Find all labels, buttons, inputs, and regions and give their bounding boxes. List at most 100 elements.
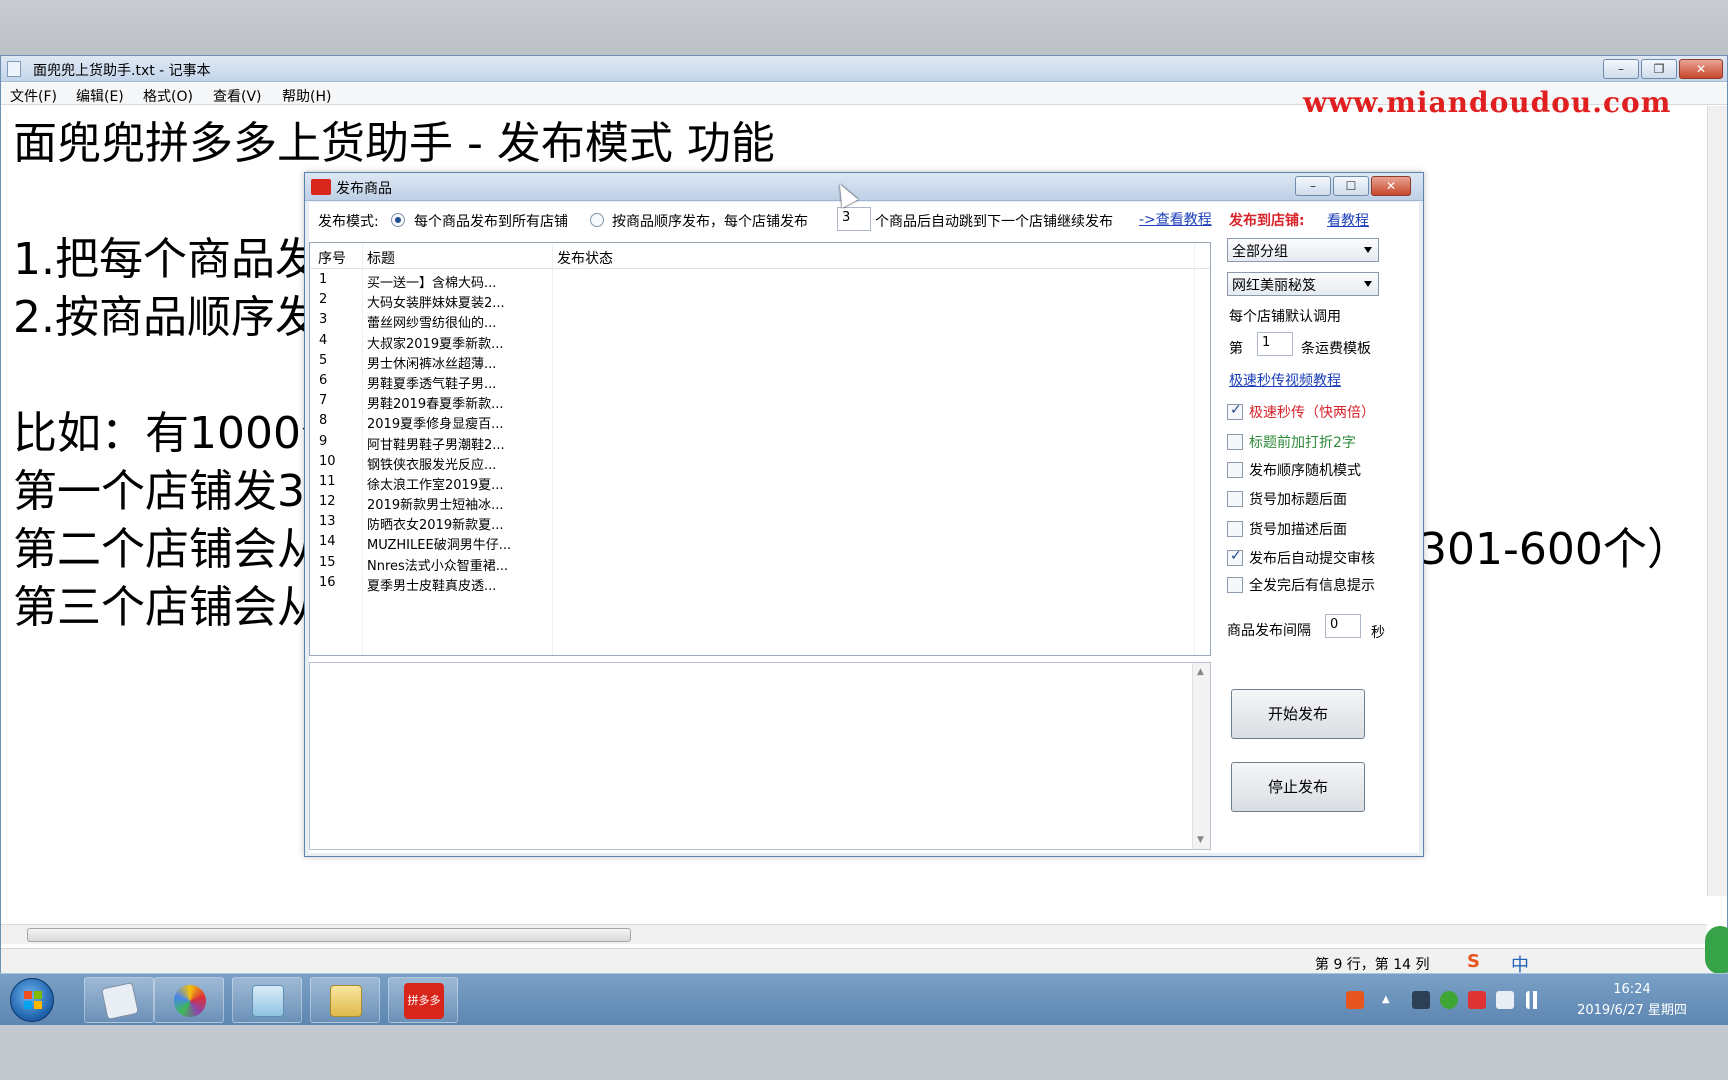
stop-publish-button[interactable]: 停止发布 [1231,762,1365,812]
security-tray-icon[interactable] [1440,991,1458,1009]
shop-select[interactable]: 网红美丽秘笈 [1227,272,1379,296]
device-tray-icon[interactable] [1496,991,1514,1009]
taskbar-item-pdd[interactable]: 拼多多 [388,977,458,1023]
taskbar-item-tool[interactable] [84,977,154,1023]
table-row[interactable]: 1 买一送一】含棉大码... [310,270,1210,291]
column-status[interactable]: 发布状态 [557,248,613,268]
menu-edit[interactable]: 编辑(E) [76,86,124,106]
group-select[interactable]: 全部分组 [1227,238,1379,262]
taskbar-clock[interactable]: 16:24 2019/6/27 星期四 [1572,979,1692,1021]
option-label[interactable]: 货号加描述后面 [1249,519,1347,539]
table-row[interactable]: 9 阿甘鞋男鞋子男潮鞋2... [310,432,1210,453]
show-hidden-icons-icon[interactable]: ▲ [1382,994,1392,1005]
taskbar: 拼多多 ▲ 16:24 2019/6/27 星期四 [0,973,1728,1025]
option-label[interactable]: 货号加标题后面 [1249,489,1347,509]
network-signal-icon[interactable] [1526,991,1544,1009]
option-checkbox[interactable] [1227,548,1243,566]
dialog-maximize-button[interactable]: ☐ [1333,176,1369,196]
publish-to-tutorial-link[interactable]: 看教程 [1327,210,1369,230]
row-title: MUZHILEE破洞男牛仔... [367,538,512,554]
mode-radio-all-shops[interactable] [391,213,405,227]
view-tutorial-link[interactable]: ->查看教程 [1139,209,1212,229]
table-row[interactable]: 4 大叔家2019夏季新款... [310,331,1210,352]
option-checkbox[interactable] [1227,521,1243,537]
restore-button[interactable]: ❐ [1641,59,1677,79]
taskbar-item-browser[interactable] [154,977,224,1023]
text-line-3: 2.按商品顺序发 [13,292,319,343]
row-no: 7 [319,393,328,409]
table-row[interactable]: 13 防晒衣女2019新款夏... [310,512,1210,533]
taskbar-item-explorer[interactable] [310,977,380,1023]
table-row[interactable]: 11 徐太浪工作室2019夏... [310,472,1210,493]
scroll-up-icon[interactable]: ▲ [1197,667,1204,677]
start-button[interactable] [10,978,54,1022]
option-label[interactable]: 发布顺序随机模式 [1249,460,1361,480]
option-label[interactable]: 标题前加打折2字 [1249,432,1356,452]
table-row[interactable]: 7 男鞋2019春夏季新款... [310,391,1210,412]
row-title: 买一送一】含棉大码... [367,276,497,291]
display-tray-icon[interactable] [1412,991,1430,1009]
table-row[interactable]: 10 钢铁侠衣服发光反应... [310,452,1210,473]
column-title[interactable]: 标题 [367,248,395,268]
option-checkbox[interactable] [1227,402,1243,420]
publish-log-area[interactable]: ▲ ▼ [309,662,1211,850]
option-label[interactable]: 发布后自动提交审核 [1249,548,1375,568]
taskbar-item-notepad[interactable] [232,977,302,1023]
menu-view[interactable]: 查看(V) [213,86,262,106]
minimize-button[interactable]: – [1603,59,1639,79]
template-index-input[interactable]: 1 [1257,332,1293,356]
option-checkbox[interactable] [1227,491,1243,507]
mode-option-2-label[interactable]: 按商品顺序发布，每个店铺发布 [612,211,808,231]
option-checkbox[interactable] [1227,577,1243,593]
table-row[interactable]: 3 蕾丝网纱雪纺很仙的... [310,310,1210,331]
table-row[interactable]: 2 大码女装胖妹妹夏装2... [310,290,1210,311]
menu-help[interactable]: 帮助(H) [282,86,331,106]
volume-muted-icon[interactable] [1468,991,1486,1009]
row-title: 男鞋夏季透气鞋子男... [367,376,497,392]
per-shop-count-input[interactable]: 3 [837,207,871,231]
sogou-tray-icon[interactable] [1346,991,1364,1009]
option-checkbox[interactable] [1227,434,1243,450]
option-label[interactable]: 极速秒传（快两倍） [1249,402,1375,422]
menu-file[interactable]: 文件(F) [10,86,57,106]
row-title: 大叔家2019夏季新款... [367,336,504,352]
notepad-vertical-scrollbar[interactable] [1707,106,1727,896]
windows-logo-icon [24,991,42,1009]
video-tutorial-link[interactable]: 极速秒传视频教程 [1229,370,1341,390]
row-no: 8 [319,413,328,429]
column-no[interactable]: 序号 [318,248,346,268]
scroll-down-icon[interactable]: ▼ [1197,835,1204,845]
text-line-6: 第二个店铺会从 [13,524,321,575]
text-right-fragment: 301-600个） [1419,524,1691,575]
sogou-ime-icon[interactable]: S [1467,951,1480,972]
option-label[interactable]: 全发完后有信息提示 [1249,575,1375,595]
dialog-body: 发布模式: 每个商品发布到所有店铺 按商品顺序发布，每个店铺发布 3 个商品后自… [309,202,1419,853]
table-row[interactable]: 6 男鞋夏季透气鞋子男... [310,371,1210,392]
row-no: 16 [319,574,336,590]
floating-green-widget[interactable] [1705,926,1728,974]
menu-format[interactable]: 格式(O) [143,86,193,106]
notepad-horizontal-scrollbar[interactable] [1,924,1707,944]
option-checkbox[interactable] [1227,462,1243,478]
dialog-minimize-button[interactable]: – [1295,176,1331,196]
tool-icon [101,982,139,1020]
dialog-close-button[interactable]: ✕ [1371,176,1411,196]
hscroll-thumb[interactable] [27,928,631,942]
publish-to-label: 发布到店铺: [1229,213,1305,229]
interval-input[interactable]: 0 [1325,614,1361,638]
log-scrollbar[interactable]: ▲ ▼ [1192,663,1210,849]
table-row[interactable]: 16 夏季男士皮鞋真皮透... [310,573,1210,594]
row-title: 2019夏季修身显瘦百... [367,417,504,433]
table-row[interactable]: 5 男士休闲裤冰丝超薄... [310,351,1210,372]
close-button[interactable]: ✕ [1679,59,1723,79]
mode-radio-sequential[interactable] [590,213,604,227]
mode-option-1-label[interactable]: 每个商品发布到所有店铺 [414,211,568,231]
mode-suffix: 个商品后自动跳到下一个店铺继续发布 [875,214,1113,230]
table-row[interactable]: 8 2019夏季修身显瘦百... [310,411,1210,433]
table-row[interactable]: 12 2019新款男士短袖冰... [310,492,1210,513]
row-no: 14 [319,534,336,550]
table-row[interactable]: 15 Nnres法式小众智重裙... [310,553,1210,574]
start-publish-button[interactable]: 开始发布 [1231,689,1365,739]
table-row[interactable]: 14 MUZHILEE破洞男牛仔... [310,532,1210,554]
table-rows: 1 买一送一】含棉大码... 2 大码女装胖妹妹夏装2... 3 蕾丝网纱雪纺很仙的...… [310,270,1210,594]
